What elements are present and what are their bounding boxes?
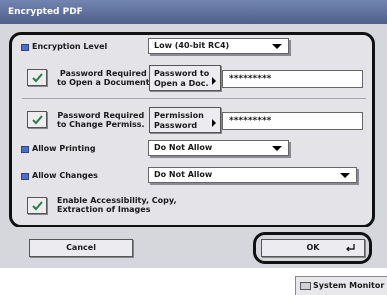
dropdown-arrow-icon	[272, 146, 282, 151]
password-to-open-button[interactable]: Password to Open a Doc.	[149, 65, 221, 91]
change-password-checkbox[interactable]	[27, 111, 47, 128]
settings-panel: Encryption Level Low (40-bit RC4) Passwo…	[9, 32, 375, 228]
check-icon	[32, 115, 43, 125]
allow-printing-label: Allow Printing	[32, 144, 96, 153]
bullet-icon	[21, 44, 29, 51]
allow-changes-label: Allow Changes	[32, 171, 98, 180]
arrow-right-icon	[212, 77, 216, 85]
cancel-button[interactable]: Cancel	[29, 239, 133, 257]
allow-printing-value: Do Not Allow	[154, 143, 213, 152]
check-icon	[32, 201, 43, 211]
permission-password-button[interactable]: Permission Password	[149, 107, 221, 133]
system-monitor-label: System Monitor	[313, 281, 385, 290]
open-password-field[interactable]: *********	[222, 70, 363, 88]
monitor-icon	[300, 282, 311, 290]
accessibility-label: Enable Accessibility, Copy, Extraction o…	[57, 196, 177, 214]
bullet-icon	[21, 146, 29, 153]
bullet-icon	[21, 173, 29, 180]
encryption-level-label: Encryption Level	[32, 42, 108, 51]
change-password-label: Password Required to Change Permiss.	[57, 111, 145, 129]
ok-button[interactable]: OK	[261, 239, 365, 257]
system-monitor-button[interactable]: System Monitor	[295, 276, 387, 295]
encrypted-pdf-dialog: Encrypted PDF Encryption Level Low (40-b…	[0, 0, 387, 268]
divider	[22, 98, 366, 99]
encryption-level-dropdown[interactable]: Low (40-bit RC4)	[148, 38, 289, 54]
allow-printing-dropdown[interactable]: Do Not Allow	[148, 140, 289, 156]
dialog-title: Encrypted PDF	[8, 7, 83, 17]
return-arrow-icon	[346, 244, 355, 252]
arrow-right-icon	[212, 119, 216, 127]
dropdown-arrow-icon	[340, 173, 350, 178]
encryption-level-value: Low (40-bit RC4)	[154, 41, 230, 50]
allow-changes-dropdown[interactable]: Do Not Allow	[148, 167, 357, 183]
dropdown-arrow-icon	[272, 44, 282, 49]
check-icon	[32, 73, 43, 83]
open-password-checkbox[interactable]	[27, 69, 47, 86]
accessibility-checkbox[interactable]	[27, 197, 47, 214]
title-bar: Encrypted PDF	[0, 0, 387, 24]
ok-label: OK	[306, 243, 320, 252]
open-password-label: Password Required to Open a Document	[57, 69, 150, 87]
allow-changes-value: Do Not Allow	[154, 170, 213, 179]
permission-password-field[interactable]: *********	[222, 112, 363, 130]
